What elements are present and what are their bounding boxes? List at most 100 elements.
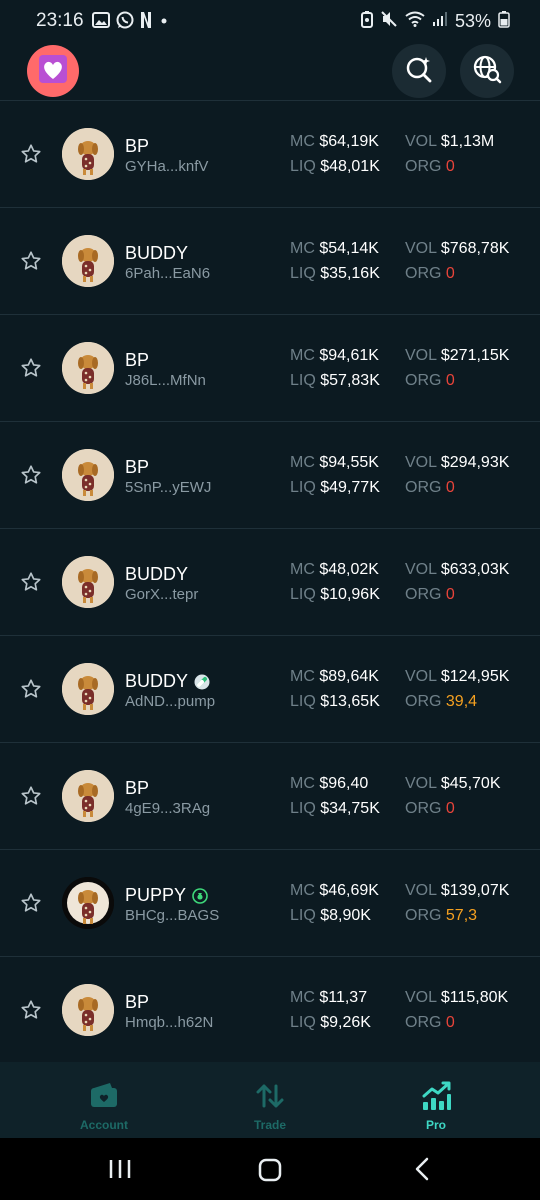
vol-label: VOL <box>405 989 437 1006</box>
token-address: J86L...MfNn <box>125 372 206 389</box>
globe-search-button[interactable] <box>460 44 514 98</box>
token-name: BP <box>125 992 150 1012</box>
token-row[interactable]: BP 4gE9...3RAg MC $96,40 LIQ $34,75K VOL $45… <box>0 742 540 849</box>
token-address: GYHa...knfV <box>125 158 209 175</box>
mc-value: $96,40 <box>319 775 369 792</box>
battery-percent: 53% <box>454 11 491 31</box>
organic-stat: ORG 0 <box>405 372 455 390</box>
org-label: ORG <box>405 372 442 389</box>
volume-stat: VOL $1,13M <box>405 133 494 151</box>
liq-label: LIQ <box>290 907 316 924</box>
mc-label: MC <box>290 240 315 257</box>
mc-label: MC <box>290 133 315 150</box>
money-bag-icon <box>192 887 208 904</box>
vol-value: $768,78K <box>440 240 510 257</box>
market-cap-stat: MC $11,37 <box>290 989 367 1007</box>
vol-label: VOL <box>405 133 437 150</box>
star-icon[interactable] <box>20 678 42 700</box>
token-address: BHCg...BAGS <box>125 907 220 924</box>
liq-label: LIQ <box>290 800 316 817</box>
volume-stat: VOL $139,07K <box>405 882 509 900</box>
vol-value: $271,15K <box>440 347 510 364</box>
token-row[interactable]: BP Hmqb...h62N MC $11,37 LIQ $9,26K VOL $115… <box>0 956 540 1064</box>
token-name-line: BP <box>125 350 149 371</box>
home-icon[interactable] <box>258 1158 282 1187</box>
liq-value: $35,16K <box>320 265 380 282</box>
mc-value: $64,19K <box>319 133 379 150</box>
org-label: ORG <box>405 800 442 817</box>
token-name: BP <box>125 136 150 156</box>
liq-label: LIQ <box>290 586 316 603</box>
market-cap-stat: MC $64,19K <box>290 133 379 151</box>
star-icon[interactable] <box>20 464 42 486</box>
org-value: 0 <box>445 586 455 603</box>
volume-stat: VOL $45,70K <box>405 775 500 793</box>
bottom-navigation: Account Trade Pro <box>0 1062 540 1138</box>
mc-value: $48,02K <box>319 561 379 578</box>
vol-value: $633,03K <box>440 561 510 578</box>
mc-label: MC <box>290 882 315 899</box>
token-row[interactable]: BP GYHa...knfV MC $64,19K LIQ $48,01K VOL $1… <box>0 100 540 207</box>
token-row[interactable]: BUDDY 6Pah...EaN6 MC $54,14K LIQ $35,16K VOL… <box>0 207 540 314</box>
battery-icon <box>498 10 510 33</box>
mc-value: $94,61K <box>319 347 379 364</box>
search-button[interactable] <box>392 44 446 98</box>
star-icon[interactable] <box>20 892 42 914</box>
mc-value: $11,37 <box>319 989 368 1006</box>
liq-value: $10,96K <box>320 586 380 603</box>
vol-label: VOL <box>405 561 437 578</box>
liq-value: $49,77K <box>320 479 380 496</box>
star-icon[interactable] <box>20 143 42 165</box>
token-name: PUPPY <box>125 885 187 905</box>
token-row[interactable]: BP 5SnP...yEWJ MC $94,55K LIQ $49,77K VOL $2… <box>0 421 540 528</box>
liq-label: LIQ <box>290 479 316 496</box>
nav-account[interactable]: Account <box>14 1062 194 1138</box>
org-value: 0 <box>445 158 455 175</box>
star-icon[interactable] <box>20 571 42 593</box>
status-notification-icons <box>92 11 170 34</box>
nav-pro[interactable]: Pro <box>346 1062 526 1138</box>
nav-trade[interactable]: Trade <box>180 1062 360 1138</box>
star-icon[interactable] <box>20 785 42 807</box>
token-row[interactable]: BUDDY AdND...pump MC $89,64K LIQ $13,65K VOL… <box>0 635 540 742</box>
star-icon[interactable] <box>20 999 42 1021</box>
org-value: 57,3 <box>445 907 478 924</box>
org-value: 0 <box>445 265 455 282</box>
chart-trend-icon <box>420 1080 452 1112</box>
token-row[interactable]: BP J86L...MfNn MC $94,61K LIQ $57,83K VOL $2… <box>0 314 540 421</box>
nav-pro-label: Pro <box>425 1118 446 1132</box>
token-avatar <box>62 449 114 501</box>
liq-value: $9,26K <box>320 1014 371 1031</box>
vol-label: VOL <box>405 668 437 685</box>
token-name: BP <box>125 778 150 798</box>
vol-value: $45,70K <box>440 775 501 792</box>
mc-label: MC <box>290 668 315 685</box>
vol-value: $124,95K <box>440 668 510 685</box>
token-list: BP GYHa...knfV MC $64,19K LIQ $48,01K VOL $1… <box>0 100 540 1064</box>
liquidity-stat: LIQ $9,26K <box>290 1014 371 1032</box>
system-navigation-bar <box>0 1138 540 1200</box>
back-icon[interactable] <box>412 1157 432 1186</box>
app-logo[interactable] <box>27 45 79 97</box>
token-row[interactable]: PUPPY BHCg...BAGS MC $46,69K LIQ $8,90K VOL … <box>0 849 540 956</box>
org-value: 0 <box>445 1014 455 1031</box>
signal-icon <box>432 11 448 32</box>
liq-label: LIQ <box>290 1014 316 1031</box>
token-row[interactable]: BUDDY GorX...tepr MC $48,02K LIQ $10,96K VOL… <box>0 528 540 635</box>
volume-stat: VOL $271,15K <box>405 347 509 365</box>
star-icon[interactable] <box>20 357 42 379</box>
token-address: 4gE9...3RAg <box>125 800 211 817</box>
liq-value: $48,01K <box>320 158 380 175</box>
token-avatar <box>62 663 114 715</box>
token-name-line: BP <box>125 992 149 1013</box>
liq-label: LIQ <box>290 372 316 389</box>
liq-label: LIQ <box>290 693 316 710</box>
organic-stat: ORG 0 <box>405 265 455 283</box>
org-value: 0 <box>445 800 455 817</box>
star-icon[interactable] <box>20 250 42 272</box>
org-label: ORG <box>405 907 442 924</box>
vol-value: $294,93K <box>440 454 510 471</box>
token-avatar <box>62 342 114 394</box>
recent-apps-icon[interactable] <box>108 1158 132 1185</box>
organic-stat: ORG 0 <box>405 800 455 818</box>
